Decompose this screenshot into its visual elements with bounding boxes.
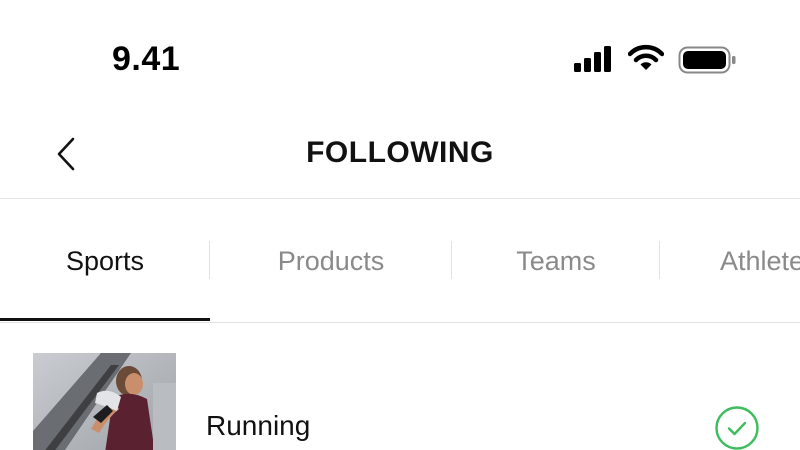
list-item-label: Running: [206, 410, 311, 441]
runner-photo: [33, 353, 176, 450]
status-time: 9.41: [112, 40, 181, 78]
active-tab-indicator: [0, 318, 210, 321]
status-bar: 9.41: [0, 0, 800, 110]
following-screen: 9.41 FOLLOWING Sports Products Teams Ath…: [0, 0, 800, 450]
runner-photo-graphic: [33, 353, 176, 450]
wifi-icon: [628, 44, 664, 70]
tab-athletes[interactable]: Athletes: [660, 199, 800, 323]
tab-sports-label: Sports: [65, 245, 145, 276]
check-circle-icon[interactable]: [714, 405, 760, 450]
signal-icon: [574, 46, 611, 72]
tab-products-label: Products: [277, 245, 385, 276]
tab-teams-label: Teams: [516, 245, 596, 276]
battery-icon: [678, 46, 736, 74]
category-tabs: Sports Products Teams Athletes: [0, 199, 800, 323]
nav-header: FOLLOWING: [0, 110, 800, 198]
tab-teams[interactable]: Teams: [452, 199, 660, 323]
tab-sports[interactable]: Sports: [0, 199, 210, 323]
page-title: FOLLOWING: [306, 136, 494, 169]
tab-products[interactable]: Products: [210, 199, 452, 323]
list-item-running[interactable]: Running: [0, 323, 800, 450]
tab-athletes-label: Athletes: [720, 245, 800, 276]
